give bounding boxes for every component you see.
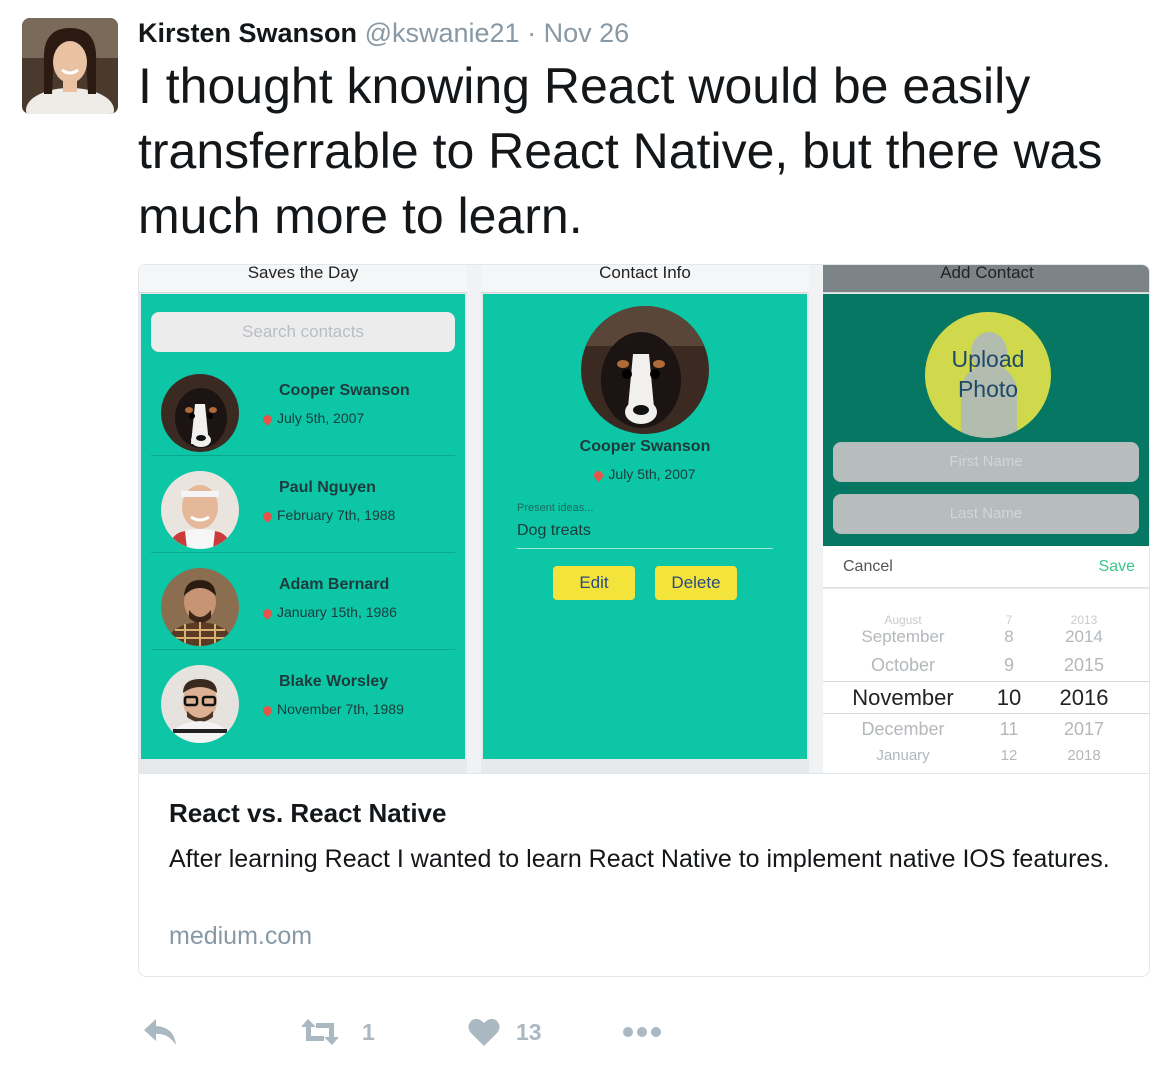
map-pin-icon: [261, 509, 274, 523]
retweet-button[interactable]: 1: [300, 1012, 375, 1052]
ideas-underline: [517, 548, 773, 549]
picker-value: 8: [1004, 627, 1014, 646]
search-contacts-input: Search contacts: [151, 312, 455, 352]
retweet-icon: [300, 1017, 340, 1047]
picker-value: 2014: [1065, 627, 1103, 646]
picker-year-column: 2013 2014 2015 2016 2017 2018: [1049, 589, 1119, 773]
map-pin-icon: [261, 412, 274, 426]
map-pin-icon: [261, 606, 274, 620]
map-pin-icon: [261, 703, 274, 717]
author-handle[interactable]: @kswanie21: [365, 18, 520, 48]
contact-name: Paul Nguyen: [279, 479, 376, 496]
screen-contact-info: Contact Info Cooper Swanson July 5th, 20…: [481, 265, 809, 773]
card-description: After learning React I wanted to learn R…: [169, 845, 1110, 873]
picker-month-column: August September October November Decemb…: [833, 589, 973, 773]
cancel-button: Cancel: [843, 558, 893, 575]
date-picker: August September October November Decemb…: [823, 589, 1149, 773]
picker-day-column: 7 8 9 10 11 12: [989, 589, 1029, 773]
upload-line-2: Photo: [957, 376, 1019, 402]
picker-value-selected: 2016: [1059, 685, 1109, 710]
retweet-count: 1: [362, 1018, 375, 1045]
screen-detail-title: Contact Info: [481, 265, 809, 293]
contact-avatar: [161, 568, 239, 646]
link-card[interactable]: Saves the Day Search contacts Cooper Swa…: [138, 264, 1150, 977]
card-title[interactable]: React vs. React Native: [169, 798, 446, 829]
list-item: Paul Nguyen February 7th, 1988: [151, 457, 455, 553]
detail-contact-name: Cooper Swanson: [579, 438, 711, 455]
screen-contact-list: Saves the Day Search contacts Cooper Swa…: [139, 265, 467, 773]
heart-icon: [468, 1017, 500, 1047]
picker-value: 2018: [1067, 747, 1101, 764]
tweet-actions: 1 13: [138, 1012, 738, 1056]
contact-name: Cooper Swanson: [279, 382, 410, 399]
picker-toolbar: Cancel Save: [823, 546, 1149, 588]
contact-date: January 15th, 1986: [261, 604, 397, 620]
card-body[interactable]: React vs. React Native After learning Re…: [139, 773, 1149, 976]
contact-detail-area: Cooper Swanson July 5th, 2007 Present id…: [483, 294, 807, 759]
header-separator: ·: [527, 18, 537, 48]
card-domain[interactable]: medium.com: [169, 922, 312, 951]
tweet-header: Kirsten Swanson @kswanie21 · Nov 26: [138, 18, 629, 52]
picker-value: December: [861, 719, 945, 739]
map-pin-icon: [592, 468, 606, 482]
like-count: 13: [516, 1018, 542, 1045]
more-icon: [622, 1026, 662, 1038]
contact-avatar: [161, 374, 239, 452]
contact-name: Blake Worsley: [279, 673, 389, 690]
save-button: Save: [1098, 558, 1135, 575]
contact-avatar: [161, 471, 239, 549]
tweet-text: I thought knowing React would be easily …: [138, 58, 1103, 244]
contact-name: Adam Bernard: [279, 576, 390, 593]
picker-value: October: [870, 655, 936, 675]
tab-bar: [139, 759, 467, 773]
contact-list-area: Search contacts Cooper Swanson July 5th,…: [141, 294, 465, 759]
picker-value: 2013: [1070, 613, 1098, 627]
picker-value: January: [876, 747, 930, 764]
screen-list-title: Saves the Day: [139, 265, 467, 293]
first-name-field: First Name: [833, 442, 1139, 482]
picker-value: 2017: [1063, 719, 1105, 739]
last-name-field: Last Name: [833, 494, 1139, 534]
edit-button: Edit: [553, 566, 635, 600]
picker-value: 12: [1000, 747, 1018, 764]
list-item: Cooper Swanson July 5th, 2007: [151, 360, 455, 456]
reply-icon: [142, 1017, 178, 1047]
delete-button: Delete: [655, 566, 737, 600]
contact-date: July 5th, 2007: [261, 410, 364, 426]
contact-avatar: [161, 665, 239, 743]
like-button[interactable]: 13: [468, 1012, 542, 1052]
picker-value-selected: November: [852, 685, 954, 710]
list-item: Blake Worsley November 7th, 1989: [151, 651, 455, 747]
author-name[interactable]: Kirsten Swanson: [138, 18, 357, 48]
picker-value-selected: 10: [996, 685, 1022, 710]
picker-value: 11: [999, 719, 1019, 739]
picker-value: 7: [1005, 613, 1013, 627]
author-avatar[interactable]: [22, 18, 118, 114]
screen-add-title: Add Contact: [823, 265, 1149, 293]
contact-date: February 7th, 1988: [261, 507, 395, 523]
contact-date: November 7th, 1989: [261, 701, 404, 717]
more-button[interactable]: [622, 1012, 662, 1052]
picker-value: 2015: [1063, 655, 1105, 675]
card-image[interactable]: Saves the Day Search contacts Cooper Swa…: [139, 265, 1149, 773]
contact-photo: [581, 306, 709, 434]
picker-value: August: [884, 613, 922, 627]
list-item: Adam Bernard January 15th, 1986: [151, 554, 455, 650]
upload-line-1: Upload: [951, 346, 1025, 372]
tab-bar: [481, 759, 809, 773]
picker-value: September: [861, 627, 945, 646]
present-ideas-value: Dog treats: [517, 522, 591, 539]
tweet-date[interactable]: Nov 26: [544, 18, 630, 48]
add-contact-area: Upload Photo First Name Last Name: [823, 294, 1149, 546]
detail-contact-date: July 5th, 2007: [483, 466, 807, 482]
reply-button[interactable]: [142, 1012, 178, 1052]
upload-photo-button: Upload Photo: [925, 312, 1051, 438]
picker-value: 9: [1003, 655, 1014, 675]
screen-add-contact: Add Contact Upload Photo First Name Last …: [823, 265, 1149, 773]
present-ideas-label: Present ideas...: [517, 502, 594, 514]
